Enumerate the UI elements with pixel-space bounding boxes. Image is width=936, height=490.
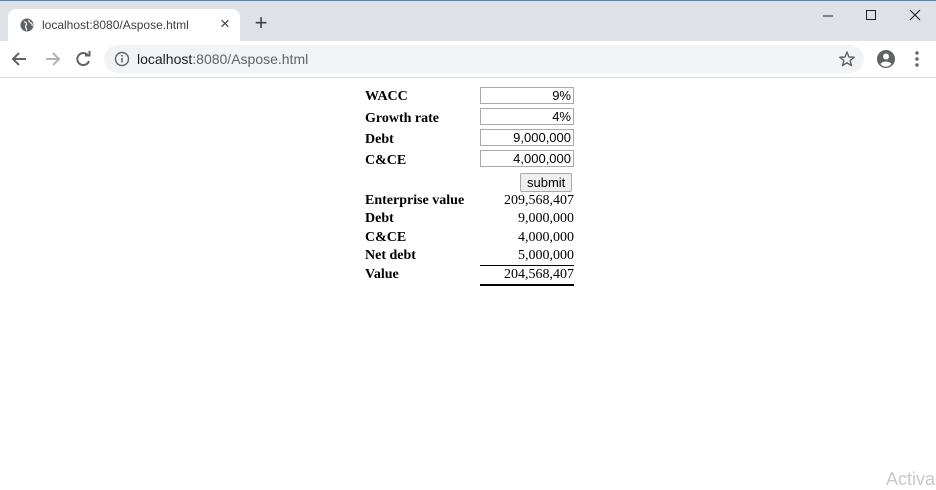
minimize-icon[interactable] <box>805 5 851 27</box>
maximize-icon[interactable] <box>848 5 894 27</box>
star-icon[interactable] <box>838 50 856 68</box>
plus-icon[interactable]: + <box>251 12 271 34</box>
window-close-icon[interactable] <box>890 5 936 27</box>
close-icon[interactable]: × <box>217 15 233 33</box>
result-value: 5,000,000 <box>518 248 574 263</box>
result-value: 204,568,407 <box>504 267 574 282</box>
total-underline <box>480 284 574 286</box>
tab-strip: localhost:8080/Aspose.html × + <box>0 1 936 42</box>
forward-arrow-icon[interactable] <box>41 48 63 70</box>
result-value: 209,568,407 <box>504 193 574 208</box>
cce-input[interactable] <box>480 150 574 167</box>
tab-title: localhost:8080/Aspose.html <box>42 18 189 32</box>
account-icon[interactable] <box>876 49 896 69</box>
activation-watermark: Activa <box>886 469 936 489</box>
info-icon[interactable] <box>114 51 130 67</box>
result-value: 4,000,000 <box>518 230 574 245</box>
result-label: C&CE <box>365 230 407 245</box>
wacc-label: WACC <box>365 89 408 104</box>
growth-rate-label: Growth rate <box>365 111 439 126</box>
wacc-input[interactable] <box>480 87 574 104</box>
browser-tab[interactable]: localhost:8080/Aspose.html × <box>8 9 240 42</box>
back-arrow-icon[interactable] <box>9 48 31 70</box>
globe-icon <box>20 18 34 32</box>
result-label: Value <box>365 267 399 282</box>
page-content: WACC Growth rate Debt C&CE submit Enterp… <box>0 78 936 484</box>
debt-label: Debt <box>365 132 394 147</box>
reload-icon[interactable] <box>72 48 94 70</box>
submit-button[interactable]: submit <box>520 173 572 192</box>
subtotal-underline <box>480 265 574 266</box>
url-host: localhost <box>137 51 193 67</box>
debt-input[interactable] <box>480 129 574 146</box>
url-path: :8080/Aspose.html <box>192 51 309 67</box>
url-text[interactable]: localhost:8080/Aspose.html <box>137 51 308 67</box>
address-bar[interactable]: localhost:8080/Aspose.html <box>104 45 864 73</box>
result-label: Debt <box>365 211 394 226</box>
result-label: Enterprise value <box>365 193 465 208</box>
result-value: 9,000,000 <box>518 211 574 226</box>
more-vert-icon[interactable] <box>908 49 926 69</box>
growth-rate-input[interactable] <box>480 108 574 125</box>
cce-label: C&CE <box>365 153 407 168</box>
result-label: Net debt <box>365 248 416 263</box>
browser-toolbar: localhost:8080/Aspose.html <box>0 41 936 78</box>
